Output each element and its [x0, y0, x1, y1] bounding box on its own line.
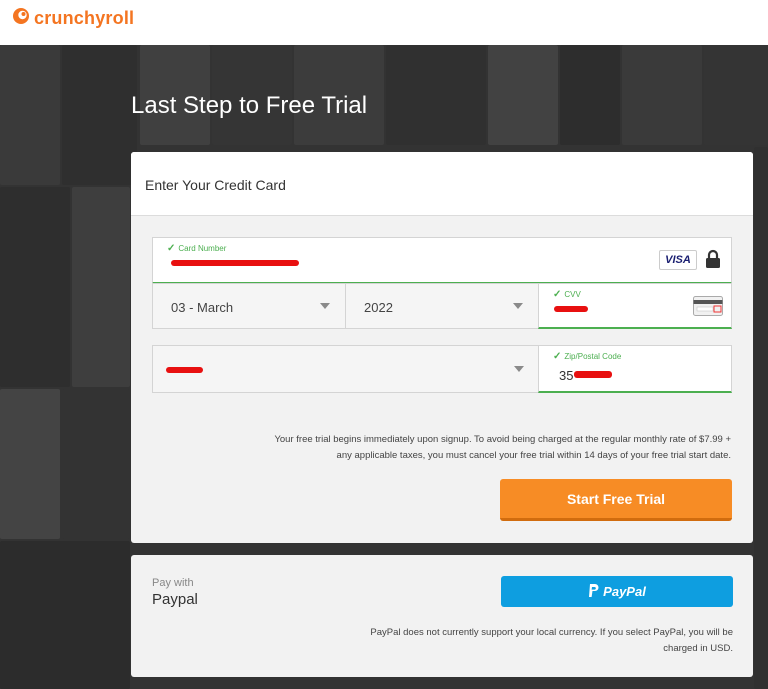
pay-with-label: Pay with — [152, 577, 194, 589]
paypal-method-label: Paypal — [152, 591, 198, 608]
zip-code-label: Zip/Postal Code — [564, 352, 622, 361]
paypal-note-line: charged in USD. — [663, 643, 733, 654]
top-bar: crunchyroll — [0, 0, 768, 45]
paypal-button[interactable]: PayPal — [501, 576, 733, 607]
cvv-label: CVV — [564, 290, 581, 299]
redacted-country — [166, 367, 203, 373]
checkmark-icon: ✓ — [553, 289, 562, 300]
redacted-zip-code — [574, 371, 612, 378]
credit-card-header: Enter Your Credit Card — [131, 152, 753, 216]
expiry-month-select[interactable]: 03 - March — [152, 283, 346, 329]
checkmark-icon: ✓ — [167, 243, 176, 254]
paypal-note-line: PayPal does not currently support your l… — [370, 627, 733, 638]
visa-card-logo: VISA — [659, 250, 697, 270]
redacted-cvv — [554, 306, 588, 312]
free-trial-notice-line: any applicable taxes, you must cancel yo… — [336, 450, 731, 461]
zip-code-value: 35 — [559, 368, 574, 383]
crunchyroll-logo[interactable]: crunchyroll — [12, 7, 134, 30]
paypal-p-icon — [588, 583, 599, 600]
cvv-field[interactable]: ✓ CVV — [538, 283, 732, 329]
expiry-month-value: 03 - March — [171, 300, 234, 315]
paypal-button-label: PayPal — [603, 584, 646, 599]
lock-icon — [705, 249, 721, 274]
chevron-down-icon — [514, 366, 524, 372]
checkmark-icon: ✓ — [553, 351, 562, 362]
free-trial-notice: Your free trial begins immediately upon … — [171, 432, 731, 464]
expiry-year-select[interactable]: 2022 — [345, 283, 539, 329]
zip-code-field[interactable]: ✓ Zip/Postal Code 35 — [538, 345, 732, 393]
credit-card-heading: Enter Your Credit Card — [145, 177, 286, 193]
paypal-currency-note: PayPal does not currently support your l… — [281, 625, 733, 657]
cvv-card-icon — [693, 296, 723, 321]
free-trial-notice-line: Your free trial begins immediately upon … — [274, 434, 731, 445]
page-title: Last Step to Free Trial — [131, 92, 368, 119]
paypal-panel: Pay with Paypal PayPal PayPal does not c… — [131, 555, 753, 677]
chevron-down-icon — [320, 303, 330, 309]
country-select[interactable] — [152, 345, 540, 393]
start-free-trial-button[interactable]: Start Free Trial — [500, 479, 732, 521]
chevron-down-icon — [513, 303, 523, 309]
card-number-label: Card Number — [178, 244, 227, 253]
card-number-field[interactable]: ✓ Card Number VISA — [152, 237, 732, 284]
redacted-card-number — [171, 260, 299, 266]
crunchyroll-logo-icon — [12, 7, 30, 30]
expiry-year-value: 2022 — [364, 300, 393, 315]
credit-card-panel: Enter Your Credit Card ✓ Card Number VIS… — [131, 152, 753, 543]
brand-name: crunchyroll — [34, 8, 135, 28]
